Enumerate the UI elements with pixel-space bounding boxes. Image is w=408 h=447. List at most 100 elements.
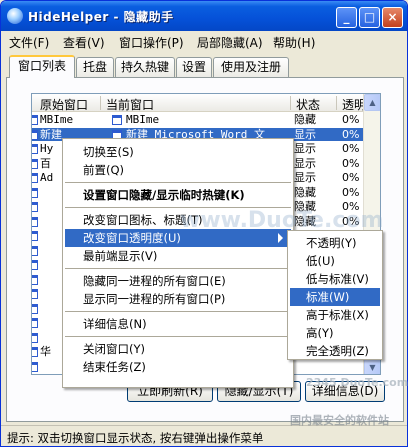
minimize-button[interactable]: _	[336, 7, 357, 28]
menu-item-label: 改变窗口透明度(U)	[83, 231, 181, 245]
cell-status: 隐藏	[294, 200, 316, 213]
window-icon	[32, 347, 38, 357]
context-menu-item[interactable]: 隐藏同一进程的所有窗口(E)	[65, 272, 291, 290]
context-menu-item[interactable]: 结束任务(Z)	[65, 358, 291, 376]
window-icon	[32, 303, 38, 314]
tab-hotkeys[interactable]: 持久热键	[115, 57, 175, 77]
context-menu-item[interactable]: 改变窗口图标、标题(T)	[65, 211, 291, 229]
context-menu-item[interactable]: 改变窗口透明度(U)	[65, 229, 291, 247]
tab-settings[interactable]: 设置	[176, 57, 212, 77]
cell-status: 隐藏	[294, 113, 316, 126]
menu-item-label: 前置(Q)	[83, 163, 125, 177]
cell-original: MBIme	[40, 113, 74, 126]
submenu-item[interactable]: 低(U)	[290, 252, 380, 270]
submenu-item-label: 完全透明(Z)	[306, 344, 369, 358]
submenu-item[interactable]: 不透明(Y)	[290, 234, 380, 252]
window-icon	[32, 173, 38, 183]
menu-item-label: 结束任务(Z)	[83, 360, 146, 374]
window-icon	[32, 361, 38, 372]
context-menu-item[interactable]: 设置窗口隐藏/显示临时热键(K)	[65, 186, 291, 204]
submenu-item[interactable]: 标准(W)	[290, 288, 380, 306]
cell-alpha: 0%	[342, 200, 360, 213]
menu-item-label: 关闭窗口(Y)	[83, 342, 145, 356]
app-icon[interactable]	[7, 8, 23, 24]
cell-status: 显示	[294, 156, 316, 170]
submenu-item-label: 高(Y)	[306, 326, 334, 340]
menu-partial-hide[interactable]: 局部隐藏(A)	[197, 34, 263, 51]
window-icon	[32, 245, 38, 256]
window-icon	[32, 144, 38, 154]
tab-window-list[interactable]: 窗口列表	[9, 55, 75, 78]
menu-item-label: 显示同一进程的所有窗口(P)	[83, 292, 226, 306]
submenu-item-label: 低(U)	[306, 254, 335, 268]
window-icon	[32, 274, 38, 285]
list-header: 原始窗口 当前窗口 状态 透明	[32, 94, 380, 113]
menu-separator	[65, 336, 291, 337]
col-original[interactable]: 原始窗口	[40, 96, 88, 113]
cell-alpha: 0%	[342, 142, 360, 155]
window-icon	[32, 289, 38, 299]
window-icon	[32, 318, 38, 328]
menu-separator	[65, 268, 291, 269]
context-menu-item[interactable]: 前置(Q)	[65, 161, 291, 179]
submenu-arrow-icon	[278, 233, 283, 243]
window-icon	[32, 129, 38, 140]
title-bar[interactable]: HideHelper - 隐藏助手 _ □ ×	[1, 1, 407, 31]
tab-tray[interactable]: 托盘	[76, 57, 114, 77]
cell-status: 显示	[294, 171, 316, 184]
menu-file[interactable]: 文件(F)	[9, 34, 49, 51]
context-menu: 切换至(S) 前置(Q) 设置窗口隐藏/显示临时热键(K) 改变窗口图标、标题(T) 改…	[62, 138, 294, 388]
submenu-item[interactable]: 完全透明(Z)	[290, 342, 380, 360]
context-menu-item[interactable]: 详细信息(N)	[65, 315, 291, 333]
context-menu-item[interactable]: 切换至(S)	[65, 143, 291, 161]
cell-alpha: 0%	[342, 214, 360, 228]
window-icon	[32, 187, 38, 198]
menu-view[interactable]: 查看(V)	[63, 34, 105, 51]
window-title: HideHelper - 隐藏助手	[28, 10, 174, 24]
menu-item-label: 改变窗口图标、标题(T)	[83, 213, 203, 227]
cell-status: 隐藏	[294, 185, 316, 199]
table-row[interactable]: MBIme MBIme 隐藏 0%	[32, 113, 364, 126]
details-button[interactable]: 详细信息(D)	[305, 381, 385, 402]
close-button[interactable]: ×	[382, 7, 403, 28]
window-icon	[32, 158, 38, 169]
tab-register[interactable]: 使用及注册	[213, 57, 289, 77]
cell-status: 显示	[294, 142, 316, 155]
menu-item-label: 隐藏同一进程的所有窗口(E)	[83, 274, 226, 288]
cell-alpha: 0%	[342, 127, 360, 141]
col-current[interactable]: 当前窗口	[106, 96, 154, 113]
window-icon	[32, 216, 38, 227]
menu-separator	[65, 182, 291, 183]
menu-help[interactable]: 帮助(H)	[273, 34, 315, 51]
context-menu-item[interactable]: 关闭窗口(Y)	[65, 340, 291, 358]
submenu-item[interactable]: 高(Y)	[290, 324, 380, 342]
submenu-item-label: 不透明(Y)	[306, 236, 357, 250]
submenu-item[interactable]: 低与标准(V)	[290, 270, 380, 288]
menu-separator	[65, 311, 291, 312]
menu-item-label: 最前端显示(V)	[83, 249, 158, 263]
cell-original: 华	[40, 345, 51, 358]
cell-alpha: 0%	[342, 185, 360, 199]
cell-status: 隐藏	[294, 214, 316, 228]
cell-current: MBIme	[126, 113, 160, 126]
window-icon	[32, 231, 38, 241]
cell-original: Hy	[40, 142, 54, 155]
scroll-down-icon[interactable]: ▼	[364, 359, 380, 374]
menu-window-ops[interactable]: 窗口操作(P)	[119, 34, 184, 51]
window-icon	[112, 115, 122, 125]
window-icon	[32, 202, 38, 212]
maximize-button[interactable]: □	[359, 7, 380, 28]
menu-bar: 文件(F) 查看(V) 窗口操作(P) 局部隐藏(A) 帮助(H)	[1, 31, 407, 53]
menu-item-label: 设置窗口隐藏/显示临时热键(K)	[83, 188, 245, 202]
context-menu-item[interactable]: 最前端显示(V)	[65, 247, 291, 265]
cell-original: 百	[40, 156, 51, 170]
context-menu-item[interactable]: 显示同一进程的所有窗口(P)	[65, 290, 291, 308]
scroll-up-icon[interactable]: ▲	[364, 94, 380, 111]
status-bar: 提示: 双击切换窗口显示状态, 按右键弹出操作菜单	[1, 425, 407, 446]
window-icon	[32, 260, 38, 270]
submenu-item[interactable]: 高于标准(X)	[290, 306, 380, 324]
cell-status: 显示	[294, 127, 316, 141]
cell-alpha: 0%	[342, 156, 360, 170]
menu-item-label: 切换至(S)	[83, 145, 134, 159]
col-status[interactable]: 状态	[296, 96, 320, 113]
